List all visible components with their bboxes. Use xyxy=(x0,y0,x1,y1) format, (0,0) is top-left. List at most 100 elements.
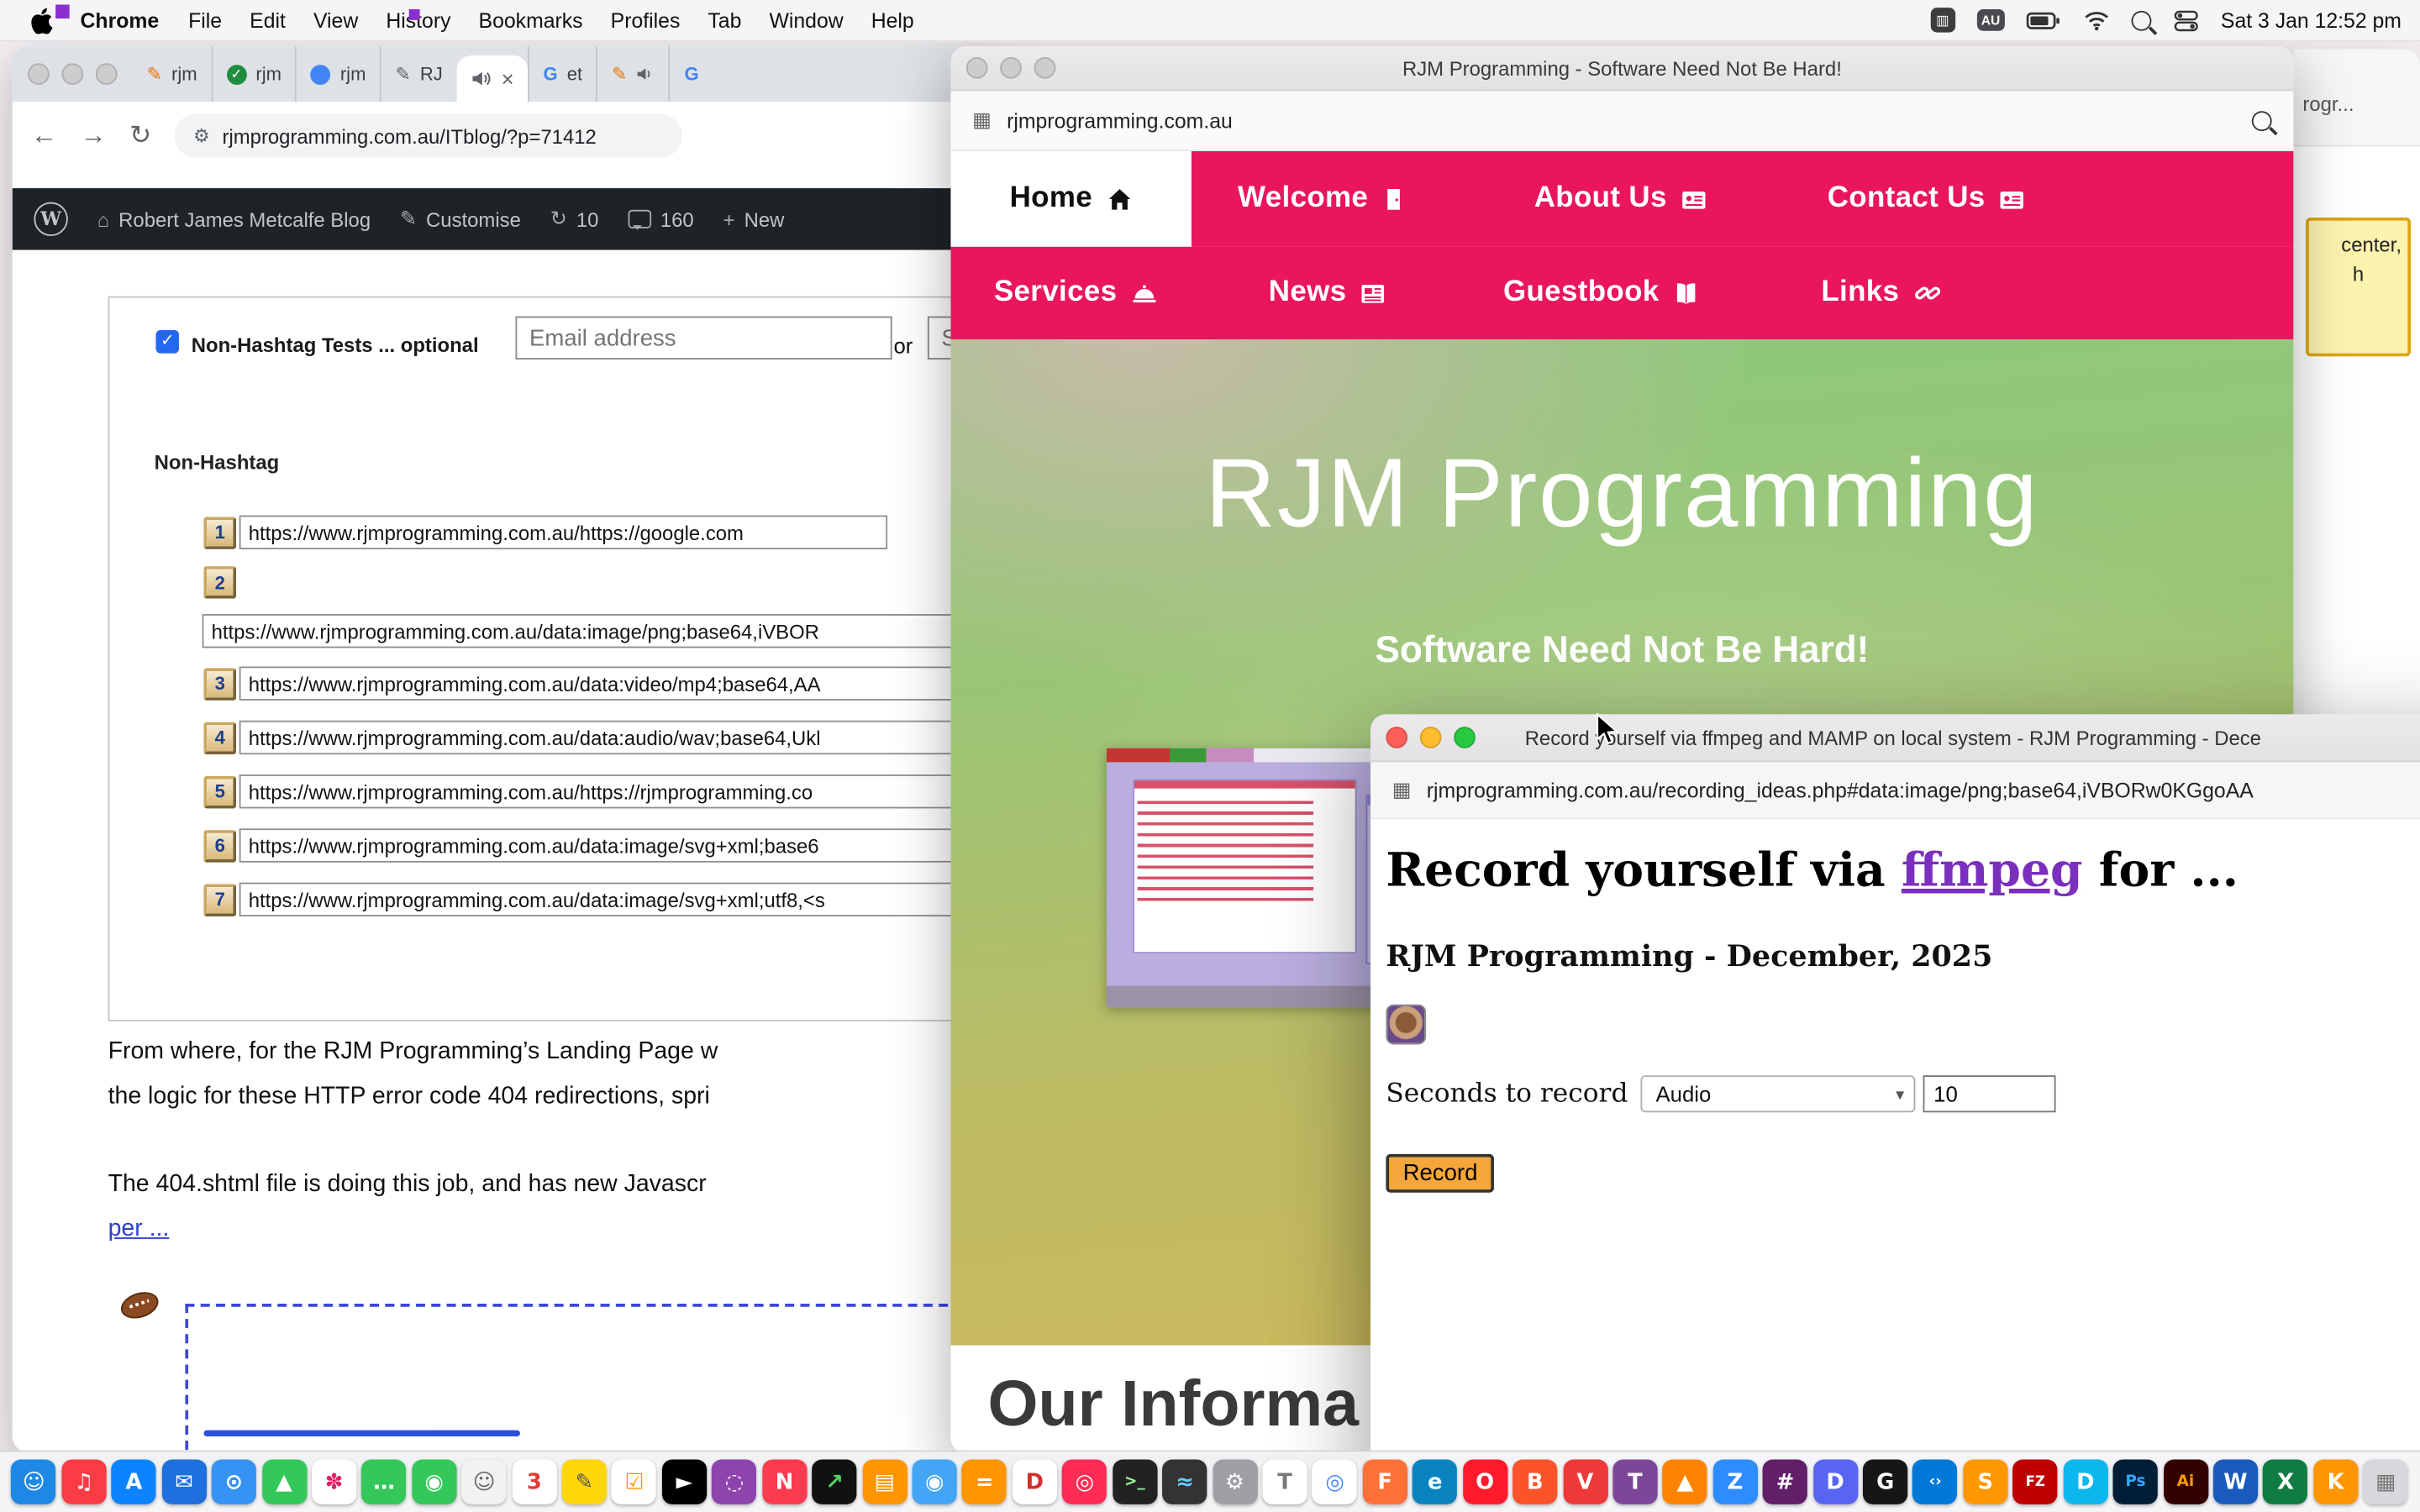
record-button[interactable]: Record xyxy=(1386,1154,1494,1193)
dock-icon[interactable]: ≈ xyxy=(1162,1460,1207,1504)
ffmpeg-link[interactable]: ffmpeg xyxy=(1902,844,2083,898)
reload-button[interactable]: ↻ xyxy=(129,120,151,151)
menu-item[interactable]: Help xyxy=(857,8,928,32)
dock-icon[interactable]: X xyxy=(2263,1460,2307,1504)
nav-news[interactable]: News xyxy=(1269,247,1386,339)
zoom-window-button[interactable] xyxy=(1034,57,1056,79)
window-title-bar[interactable]: RJM Programming - Software Need Not Be H… xyxy=(950,46,2293,91)
close-window-button[interactable] xyxy=(966,57,988,79)
menu-clock[interactable]: Sat 3 Jan 12:52 pm xyxy=(2221,8,2402,32)
dock-icon[interactable]: ✉ xyxy=(161,1460,206,1504)
row-number-button[interactable]: 7 xyxy=(203,884,236,916)
dock-icon[interactable]: FZ xyxy=(2013,1460,2058,1504)
admin-bar-updates[interactable]: ↻ 10 xyxy=(550,207,599,231)
control-center-icon[interactable] xyxy=(2173,8,2199,32)
url-input[interactable] xyxy=(239,883,1001,916)
dock-icon[interactable]: ✽ xyxy=(312,1460,356,1504)
nav-links[interactable]: Links xyxy=(1821,247,1941,339)
dock-icon[interactable]: ☺ xyxy=(12,1460,56,1504)
address-bar[interactable]: ▦ rjmprogramming.com.au/recording_ideas.… xyxy=(1370,762,2420,819)
window-title-bar[interactable]: Record yourself via ffmpeg and MAMP on l… xyxy=(1370,714,2420,762)
nav-home[interactable]: Home xyxy=(950,151,1192,247)
browser-tab[interactable]: ✓ rjm xyxy=(211,46,295,102)
menu-item[interactable]: Profiles xyxy=(597,8,694,32)
forward-button[interactable]: → xyxy=(81,120,107,151)
site-grid-icon[interactable]: ▦ xyxy=(972,108,992,133)
admin-bar-site-name[interactable]: ⌂ Robert James Metcalfe Blog xyxy=(97,207,371,231)
row-number-button[interactable]: 4 xyxy=(203,722,236,754)
dock-icon[interactable]: K xyxy=(2313,1460,2358,1504)
dock-icon[interactable]: W xyxy=(2213,1460,2258,1504)
dock-icon[interactable]: = xyxy=(962,1460,1007,1504)
search-page-icon[interactable] xyxy=(2252,110,2272,130)
dock-icon[interactable]: ⊙ xyxy=(212,1460,256,1504)
browser-tab[interactable]: G xyxy=(669,46,713,102)
dock-icon[interactable]: ◎ xyxy=(1062,1460,1107,1504)
url-input[interactable] xyxy=(239,774,1001,808)
dock-icon[interactable]: A xyxy=(112,1460,156,1504)
dock-icon[interactable]: ▲ xyxy=(261,1460,306,1504)
active-app-name[interactable]: Chrome xyxy=(65,8,174,32)
menu-item[interactable]: Edit xyxy=(236,8,300,32)
dock-icon[interactable]: B xyxy=(1512,1460,1557,1504)
per-link[interactable]: per ... xyxy=(108,1215,170,1242)
dock-icon[interactable]: O xyxy=(1463,1460,1507,1504)
dock-icon[interactable]: Z xyxy=(1712,1460,1757,1504)
nav-welcome[interactable]: Welcome xyxy=(1238,151,1407,247)
menu-item[interactable]: File xyxy=(175,8,236,32)
nav-about-us[interactable]: About Us xyxy=(1534,151,1707,247)
close-window-button[interactable] xyxy=(1386,727,1407,748)
dock-icon[interactable]: e xyxy=(1413,1460,1457,1504)
minimize-window-button[interactable] xyxy=(61,63,83,85)
nav-services[interactable]: Services xyxy=(994,247,1157,339)
url-input[interactable] xyxy=(203,614,1001,648)
dock-icon[interactable]: ☑ xyxy=(612,1460,656,1504)
minimize-window-button[interactable] xyxy=(1420,727,1442,748)
browser-tab[interactable]: rjm xyxy=(296,46,380,102)
url-input[interactable] xyxy=(239,828,1001,862)
browser-tab[interactable]: G et xyxy=(528,46,596,102)
close-tab-icon[interactable]: × xyxy=(502,66,514,91)
dock-icon[interactable]: Ai xyxy=(2163,1460,2207,1504)
dock-icon[interactable]: ◉ xyxy=(412,1460,456,1504)
site-settings-icon[interactable]: ⚙ xyxy=(193,125,210,147)
dock-icon[interactable]: ▲ xyxy=(1663,1460,1707,1504)
menu-item[interactable]: Bookmarks xyxy=(465,8,597,32)
wifi-icon[interactable] xyxy=(2083,9,2109,31)
dock-icon[interactable]: D xyxy=(2063,1460,2107,1504)
browser-tab[interactable]: ✎ RJ xyxy=(380,46,456,102)
dock-icon[interactable]: # xyxy=(1763,1460,1807,1504)
admin-bar-comments[interactable]: 160 xyxy=(628,207,693,231)
menu-item[interactable]: View xyxy=(299,8,371,32)
admin-bar-customise[interactable]: ✎ Customise xyxy=(400,207,521,231)
seconds-input[interactable] xyxy=(1923,1075,2055,1112)
dock-icon[interactable]: ♫ xyxy=(61,1460,106,1504)
row-number-button[interactable]: 2 xyxy=(203,566,236,599)
audio-video-select[interactable]: Audio ▾ xyxy=(1640,1075,1915,1112)
url-input[interactable] xyxy=(239,515,887,549)
dock-icon[interactable]: T xyxy=(1612,1460,1657,1504)
dock-icon[interactable]: T xyxy=(1262,1460,1307,1504)
dock-icon[interactable]: G xyxy=(1863,1460,1907,1504)
dock-icon[interactable]: N xyxy=(762,1460,807,1504)
dock-icon[interactable]: V xyxy=(1563,1460,1607,1504)
nav-guestbook[interactable]: Guestbook xyxy=(1503,247,1699,339)
row-number-button[interactable]: 1 xyxy=(203,516,236,549)
dock-icon[interactable]: ▦ xyxy=(2364,1460,2408,1504)
dock-icon[interactable]: ► xyxy=(662,1460,707,1504)
dock-icon[interactable]: ◉ xyxy=(913,1460,957,1504)
address-bar[interactable]: ▦ rjmprogramming.com.au xyxy=(950,91,2293,151)
battery-icon[interactable] xyxy=(2026,8,2061,32)
email-input[interactable] xyxy=(515,317,892,360)
menu-item[interactable]: Window xyxy=(755,8,857,32)
browser-tab[interactable]: ✎ rjm xyxy=(133,46,211,102)
avatar-thumbnail-image[interactable] xyxy=(1386,1005,1426,1045)
url-input[interactable] xyxy=(239,666,1001,700)
dock-icon[interactable]: Ps xyxy=(2113,1460,2158,1504)
non-hashtag-checkbox[interactable]: ✓ xyxy=(156,330,180,354)
dock-icon[interactable]: ↗ xyxy=(812,1460,856,1504)
dock-icon[interactable]: F xyxy=(1362,1460,1407,1504)
zoom-window-button[interactable] xyxy=(96,63,118,85)
admin-bar-new[interactable]: + New xyxy=(723,207,785,231)
site-grid-icon[interactable]: ▦ xyxy=(1392,778,1412,802)
